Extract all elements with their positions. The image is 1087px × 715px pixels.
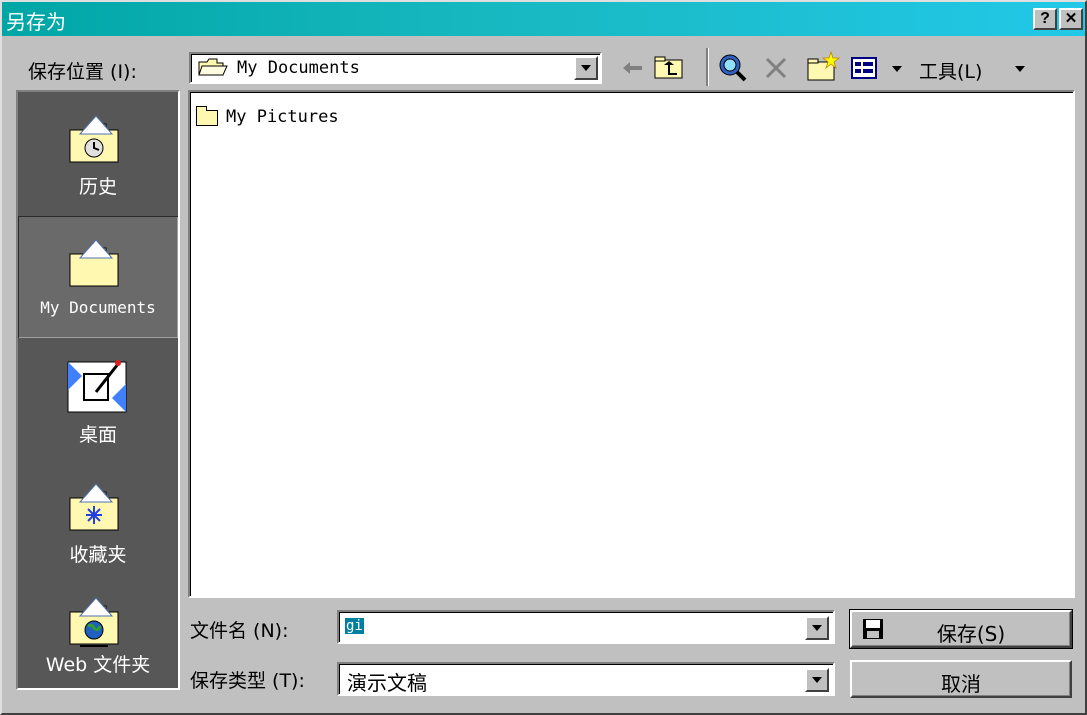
tools-menu[interactable]: 工具(L) — [919, 57, 982, 84]
location-value: My Documents — [237, 58, 360, 78]
help-button[interactable]: ? — [1033, 8, 1057, 30]
toolbar-separator — [706, 48, 709, 86]
place-favorites[interactable]: 收藏夹 — [18, 458, 178, 576]
filename-combobox[interactable]: gi — [337, 610, 835, 644]
open-folder-icon — [198, 58, 228, 76]
location-dropdown-button[interactable] — [574, 56, 598, 80]
list-item[interactable]: My Pictures — [194, 106, 374, 130]
favorites-icon — [69, 483, 119, 531]
place-label: 收藏夹 — [69, 544, 127, 566]
delete-icon[interactable] — [762, 54, 790, 82]
place-label: 历史 — [78, 176, 117, 198]
filename-input[interactable]: gi — [345, 618, 364, 634]
window-title: 另存为 — [6, 10, 66, 34]
my-documents-icon — [69, 239, 119, 287]
title-bar[interactable]: 另存为 ? ✕ — [2, 2, 1085, 36]
filetype-value: 演示文稿 — [347, 671, 427, 695]
place-web-folders[interactable]: Web 文件夹 — [18, 576, 178, 688]
file-list[interactable]: My Pictures — [188, 90, 1075, 598]
place-label: Web 文件夹 — [45, 654, 151, 676]
web-folders-icon — [69, 597, 119, 647]
tools-dropdown-chevron-icon[interactable] — [1014, 64, 1026, 74]
places-bar: 历史 My Documents 桌面 收藏夹 Web 文件夹 — [16, 90, 180, 690]
folder-icon — [196, 106, 218, 126]
history-icon — [69, 115, 119, 163]
place-label: 桌面 — [78, 424, 117, 446]
save-as-dialog: 另存为 ? ✕ 保存位置 (I): My Documents 工具(L) 历史 … — [0, 0, 1087, 715]
filetype-label: 保存类型 (T): — [190, 670, 305, 692]
place-history[interactable]: 历史 — [18, 92, 178, 216]
location-combobox[interactable]: My Documents — [189, 52, 602, 84]
save-button-label: 保存(S) — [936, 622, 1006, 646]
save-button[interactable]: 保存(S) — [849, 609, 1073, 649]
back-arrow-icon[interactable] — [620, 58, 646, 78]
file-name: My Pictures — [226, 107, 339, 127]
filetype-dropdown-button[interactable] — [805, 668, 829, 692]
save-in-label: 保存位置 (I): — [28, 61, 137, 83]
desktop-icon — [67, 360, 127, 413]
filename-dropdown-button[interactable] — [805, 616, 829, 640]
cancel-button[interactable]: 取消 — [850, 660, 1072, 698]
views-dropdown-chevron-icon[interactable] — [891, 64, 903, 74]
place-desktop[interactable]: 桌面 — [18, 338, 178, 458]
filetype-select[interactable]: 演示文稿 — [337, 662, 835, 696]
place-my-documents[interactable]: My Documents — [18, 216, 178, 338]
new-folder-icon[interactable] — [805, 50, 841, 84]
close-button[interactable]: ✕ — [1059, 8, 1083, 30]
cancel-button-label: 取消 — [941, 672, 981, 696]
filename-label: 文件名 (N): — [190, 620, 289, 642]
place-label: My Documents — [40, 298, 156, 317]
up-one-level-icon[interactable] — [653, 54, 685, 82]
search-web-icon[interactable] — [717, 52, 749, 84]
views-icon[interactable] — [850, 56, 880, 82]
